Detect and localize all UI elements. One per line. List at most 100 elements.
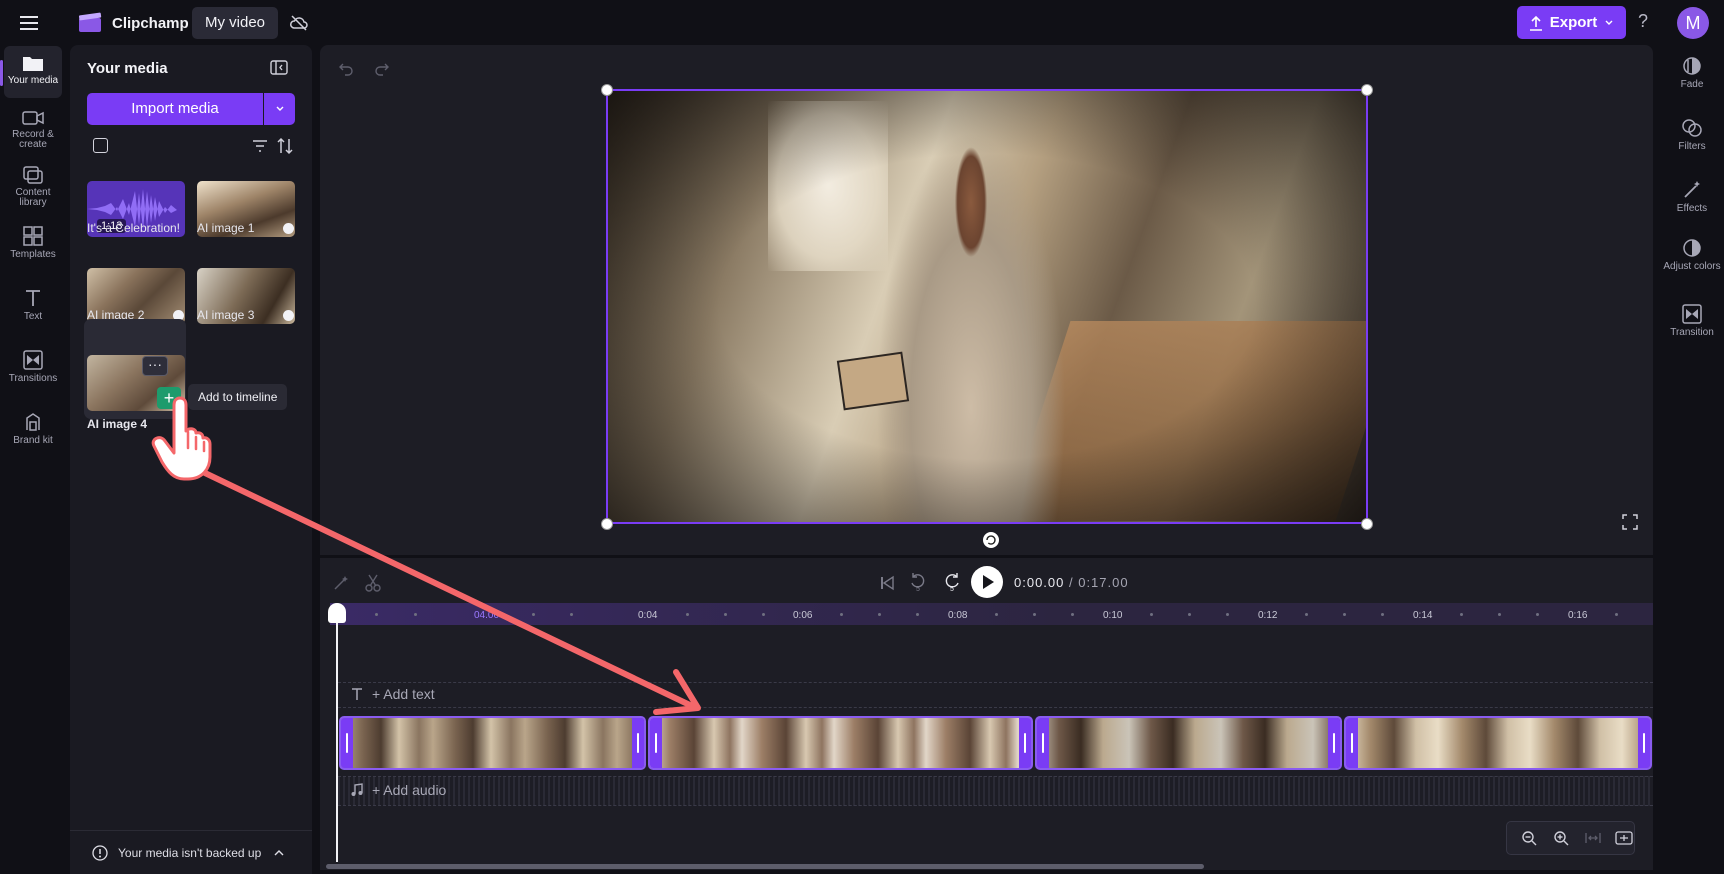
adjust-colors-icon <box>1683 239 1701 257</box>
ruler-dot <box>532 613 535 616</box>
playhead-handle[interactable] <box>328 603 346 623</box>
timeline-clip-ai-image-2[interactable] <box>1344 716 1652 770</box>
rrail-item-adjust-colors[interactable]: Adjust colors <box>1660 238 1724 272</box>
filter-icon[interactable] <box>251 138 269 154</box>
fullscreen-icon[interactable] <box>1622 514 1638 530</box>
fade-icon <box>1683 57 1701 75</box>
add-text-label: + Add text <box>372 686 435 702</box>
add-text-track[interactable]: + Add text <box>350 686 435 702</box>
rail-item-brand-kit[interactable]: Brand kit <box>4 408 62 454</box>
more-options-button[interactable]: ··· <box>142 356 168 376</box>
redo-icon[interactable] <box>374 60 390 76</box>
horizontal-scrollbar[interactable] <box>326 864 1204 869</box>
magic-edit-icon[interactable] <box>332 574 350 592</box>
rail-label: Your media <box>7 75 59 86</box>
rrail-label: Effects <box>1676 203 1708 214</box>
clip-trim-handle-left[interactable] <box>1346 718 1358 768</box>
resize-handle-top-left[interactable] <box>601 84 613 96</box>
skip-to-start-icon[interactable] <box>878 574 896 592</box>
rail-item-text[interactable]: Text <box>4 284 62 330</box>
ruler-dot <box>1381 613 1384 616</box>
zoom-in-icon[interactable] <box>1553 830 1569 846</box>
ruler-dot <box>1460 613 1463 616</box>
media-tile-label: AI image 4 <box>87 417 148 431</box>
play-button[interactable] <box>971 566 1003 598</box>
scissors-icon[interactable] <box>364 574 382 592</box>
rail-item-record-create[interactable]: Record & create <box>4 104 62 156</box>
ruler-tick: 0:08 <box>948 610 968 621</box>
export-button[interactable]: Export <box>1517 6 1626 39</box>
rail-item-templates[interactable]: Templates <box>4 222 62 268</box>
rail-item-your-media[interactable]: Your media <box>0 46 62 98</box>
rewind-5-icon[interactable]: 5 <box>909 572 927 592</box>
rrail-item-effects[interactable]: Effects <box>1660 180 1724 214</box>
time-separator: / <box>1064 575 1079 590</box>
help-icon[interactable]: ? <box>1638 11 1648 32</box>
cloud-off-icon[interactable] <box>289 13 309 33</box>
brand-kit-icon <box>26 413 40 431</box>
clip-trim-handle-left[interactable] <box>650 718 662 768</box>
hamburger-menu-icon[interactable] <box>18 12 42 34</box>
resize-handle-bottom-left[interactable] <box>601 518 613 530</box>
rail-item-transitions[interactable]: Transitions <box>4 346 62 392</box>
rail-label: Content library <box>15 187 51 208</box>
rrail-item-fade[interactable]: Fade <box>1660 56 1724 90</box>
avatar[interactable]: M <box>1677 7 1709 39</box>
panel-title: Your media <box>87 60 168 77</box>
sort-icon[interactable] <box>275 137 295 155</box>
timeline-clip-ai-image-4[interactable] <box>648 716 1033 770</box>
resize-handle-bottom-right[interactable] <box>1361 518 1373 530</box>
rrail-item-filters[interactable]: Filters <box>1660 118 1724 152</box>
rotate-handle-icon[interactable] <box>982 531 1000 549</box>
rail-item-content-library[interactable]: Content library <box>4 160 62 212</box>
upload-icon <box>1529 15 1542 31</box>
undo-icon[interactable] <box>338 60 354 76</box>
transition-icon <box>1682 304 1702 324</box>
templates-icon <box>23 226 43 246</box>
clip-trim-handle-right[interactable] <box>1328 718 1340 768</box>
clip-trim-handle-left[interactable] <box>1037 718 1049 768</box>
playhead-line <box>336 612 338 862</box>
rrail-label: Filters <box>1678 141 1706 152</box>
camera-icon <box>22 111 44 125</box>
backup-notice[interactable]: Your media isn't backed up <box>70 830 312 874</box>
text-icon <box>26 290 40 306</box>
filters-icon <box>1682 119 1702 137</box>
add-audio-label: + Add audio <box>372 782 447 798</box>
current-time: 0:00.00 <box>1014 575 1065 590</box>
import-options-button[interactable] <box>264 93 295 125</box>
ruler-tick: 0:16 <box>1568 610 1588 621</box>
effects-icon <box>1684 181 1700 198</box>
select-all-checkbox[interactable] <box>93 138 108 153</box>
chevron-up-icon <box>274 849 284 855</box>
video-preview[interactable] <box>606 89 1368 524</box>
ruler-tick: 0:10 <box>1103 610 1123 621</box>
ruler-tick: 0:14 <box>1413 610 1433 621</box>
clip-trim-handle-right[interactable] <box>632 718 644 768</box>
clip-trim-handle-left[interactable] <box>341 718 353 768</box>
timeline-clip-ai-image-3[interactable] <box>1035 716 1342 770</box>
ruler-tick: 0:06 <box>793 610 813 621</box>
collapse-panel-icon[interactable] <box>269 59 289 77</box>
import-media-button[interactable]: Import media <box>87 93 263 125</box>
ruler-dot <box>1536 613 1539 616</box>
timeline-clip-ai-image-1[interactable] <box>339 716 646 770</box>
ruler-dot <box>1033 613 1036 616</box>
expand-timeline-icon[interactable] <box>1615 830 1633 846</box>
ruler-dot <box>1188 613 1191 616</box>
ruler-dot <box>1226 613 1229 616</box>
audio-track[interactable] <box>338 776 1653 806</box>
project-title[interactable]: My video <box>192 7 279 39</box>
ruler-dot <box>686 613 689 616</box>
zoom-out-icon[interactable] <box>1521 830 1537 846</box>
chevron-down-icon <box>276 106 283 111</box>
clip-trim-handle-right[interactable] <box>1638 718 1650 768</box>
fit-to-width-icon[interactable] <box>1585 830 1601 846</box>
text-track[interactable] <box>338 682 1653 708</box>
add-audio-track[interactable]: + Add audio <box>350 782 446 798</box>
forward-5-icon[interactable]: 5 <box>943 572 961 592</box>
clip-trim-handle-right[interactable] <box>1019 718 1031 768</box>
media-tile-label: AI image 3 <box>197 308 255 322</box>
resize-handle-top-right[interactable] <box>1361 84 1373 96</box>
rrail-item-transition[interactable]: Transition <box>1660 304 1724 338</box>
